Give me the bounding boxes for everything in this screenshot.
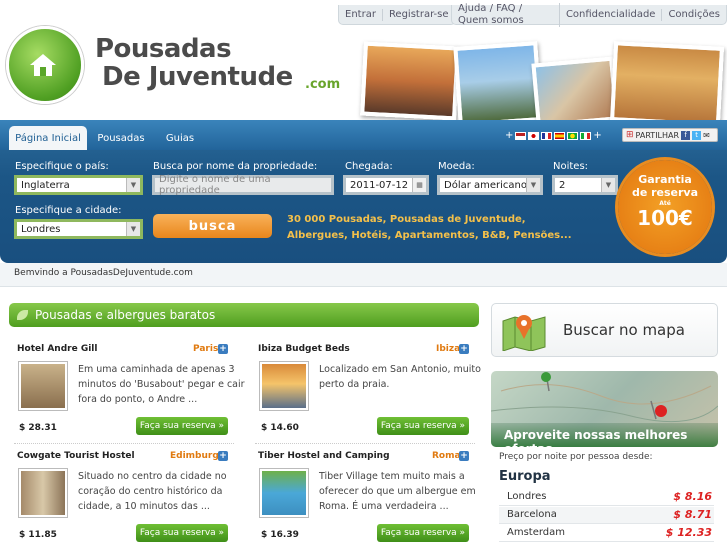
- reserve-button[interactable]: Faça sua reserva »: [377, 417, 469, 435]
- reserve-button[interactable]: Faça sua reserva »: [136, 524, 228, 542]
- hostel-price: $ 11.85: [19, 530, 57, 540]
- reserve-button[interactable]: Faça sua reserva »: [377, 524, 469, 542]
- header-photo-castle: [360, 41, 460, 121]
- divider: [14, 443, 234, 444]
- twitter-icon[interactable]: t: [692, 130, 702, 140]
- divider: [255, 443, 475, 444]
- header-photo-couple: [531, 56, 619, 128]
- search-button[interactable]: busca: [153, 214, 272, 238]
- flag-es-icon[interactable]: [554, 131, 566, 140]
- hostel-name[interactable]: Cowgate Tourist Hostel: [17, 451, 135, 461]
- info-links: Ajuda / FAQ / Quem somos Confidencialida…: [451, 2, 727, 27]
- country-select[interactable]: Inglaterra ▼: [14, 175, 143, 195]
- account-links: Entrar Registrar-se: [338, 5, 456, 25]
- expand-icon[interactable]: +: [218, 451, 228, 461]
- city-select[interactable]: Londres ▼: [14, 219, 143, 239]
- hostel-price: $ 28.31: [19, 423, 57, 433]
- currency-select[interactable]: Dólar americano ▼: [437, 175, 543, 195]
- hostel-thumbnail[interactable]: [259, 361, 309, 411]
- hostel-name[interactable]: Hotel Andre Gill: [17, 344, 97, 354]
- flag-br-icon[interactable]: [567, 131, 579, 140]
- nights-select[interactable]: 2 ▼: [552, 175, 618, 195]
- hostel-thumbnail[interactable]: [18, 361, 68, 411]
- house-icon: [30, 54, 56, 76]
- hostel-description: Localizado em San Antonio, muito perto da…: [319, 364, 481, 390]
- header-photo-jumping: [609, 41, 725, 127]
- leaf-icon: [17, 310, 28, 320]
- booking-guarantee-badge: Garantia de reserva Até 100€: [618, 160, 712, 254]
- hostel-city[interactable]: Roma: [432, 451, 461, 461]
- expand-icon[interactable]: +: [459, 451, 469, 461]
- expand-icon[interactable]: +: [218, 344, 228, 354]
- best-offers-banner[interactable]: Aproveite nossas melhores ofertas: [491, 371, 718, 447]
- hostel-thumbnail[interactable]: [18, 468, 68, 518]
- map-search-label[interactable]: Buscar no mapa: [563, 321, 685, 339]
- terms-link[interactable]: Condições: [662, 9, 726, 21]
- currency-label: Moeda:: [438, 161, 475, 172]
- hostel-name[interactable]: Tiber Hostel and Camping: [258, 451, 390, 461]
- country-label: Especifique o país:: [15, 161, 109, 172]
- promo-text: 30 000 Pousadas, Pousadas de Juventude, …: [287, 214, 572, 241]
- hostel-price: $ 14.60: [261, 423, 299, 433]
- section-header: Pousadas e albergues baratos: [9, 303, 479, 327]
- hostel-city[interactable]: Ibiza: [436, 344, 460, 354]
- hostel-name[interactable]: Ibiza Budget Beds: [258, 344, 350, 354]
- login-link[interactable]: Entrar: [339, 8, 383, 21]
- chevron-down-icon: ▼: [126, 222, 140, 236]
- property-search-input[interactable]: Digite o nome de uma propriedade: [152, 174, 334, 196]
- hostel-city[interactable]: Edimburgo: [170, 451, 225, 461]
- hostel-description: Em uma caminhada de apenas 3 minutos do '…: [78, 364, 245, 405]
- share-icon: ⊞: [626, 130, 634, 140]
- tab-hostels[interactable]: Pousadas: [92, 126, 150, 150]
- chevron-down-icon: ▼: [601, 178, 615, 192]
- calendar-icon[interactable]: ▦: [412, 178, 426, 192]
- property-label: Busca por nome da propriedade:: [153, 161, 318, 172]
- city-price-row[interactable]: Londres $ 8.16: [499, 489, 714, 506]
- help-link[interactable]: Ajuda / FAQ / Quem somos: [452, 2, 560, 27]
- tab-guides[interactable]: Guias: [156, 126, 204, 150]
- flag-it-icon[interactable]: [580, 131, 592, 140]
- register-link[interactable]: Registrar-se: [383, 9, 455, 21]
- expand-icon[interactable]: +: [459, 344, 469, 354]
- hostel-description: Tiber Village tem muito mais a oferecer d…: [319, 471, 476, 512]
- language-flags: + +: [505, 130, 602, 141]
- city-price-row[interactable]: Barcelona $ 8.71: [499, 507, 714, 524]
- hostel-description: Situado no centro da cidade no coração do…: [78, 471, 227, 512]
- email-icon[interactable]: ✉: [703, 131, 710, 140]
- arrival-date-input[interactable]: 2011-07-12 ▦: [343, 175, 429, 195]
- price-note: Preço por noite por pessoa desde:: [499, 452, 653, 462]
- chevron-down-icon: ▼: [126, 178, 140, 192]
- city-price-row[interactable]: Amsterdam $ 12.33: [499, 525, 714, 542]
- hostel-thumbnail[interactable]: [259, 468, 309, 518]
- map-pins-icon: [491, 372, 718, 423]
- share-label: PARTILHAR: [635, 130, 680, 140]
- logo-text-line1: Pousadas: [95, 34, 232, 64]
- arrival-label: Chegada:: [345, 161, 393, 172]
- welcome-message: Bemvindo a PousadasDeJuventude.com: [0, 263, 727, 287]
- best-offers-label: Aproveite nossas melhores ofertas: [491, 423, 718, 447]
- city-label: Especifique a cidade:: [15, 205, 122, 216]
- map-icon: [502, 315, 546, 351]
- reserve-button[interactable]: Faça sua reserva »: [136, 417, 228, 435]
- nights-label: Noites:: [553, 161, 589, 172]
- chevron-down-icon: ▼: [526, 178, 540, 192]
- flag-jp-icon[interactable]: [528, 131, 540, 140]
- hostel-price: $ 16.39: [261, 530, 299, 540]
- logo-tld: .com: [305, 77, 341, 92]
- share-button[interactable]: ⊞ PARTILHAR f t ✉: [622, 128, 718, 142]
- region-title: Europa: [499, 469, 551, 484]
- privacy-link[interactable]: Confidencialidade: [560, 8, 663, 21]
- header-photo-hikers: [453, 41, 543, 127]
- logo-text-line2: De Juventude: [102, 62, 293, 92]
- hostel-city[interactable]: Paris: [193, 344, 218, 354]
- flag-fr-icon[interactable]: [541, 131, 553, 140]
- tab-home[interactable]: Página Inicial: [9, 126, 87, 150]
- facebook-icon[interactable]: f: [681, 130, 691, 140]
- flag-us-icon[interactable]: [515, 131, 527, 140]
